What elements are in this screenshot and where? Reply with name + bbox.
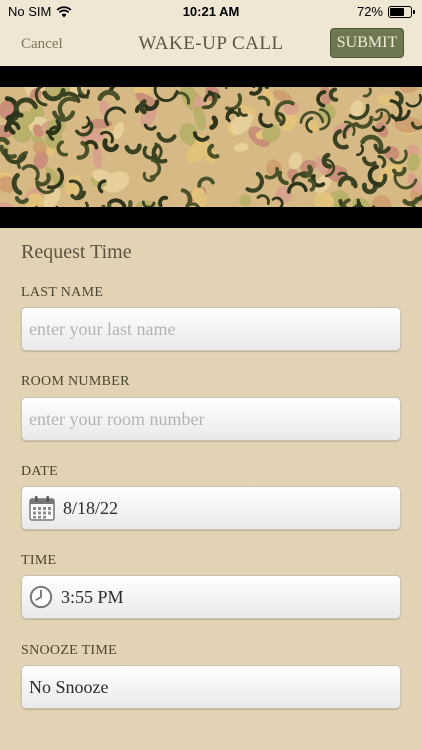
last-name-placeholder: enter your last name bbox=[29, 318, 176, 339]
clock-icon bbox=[29, 585, 53, 609]
banner-image bbox=[0, 66, 422, 228]
battery-level bbox=[390, 7, 405, 16]
submit-button[interactable]: SUBMIT bbox=[330, 28, 404, 58]
time-label: TIME bbox=[21, 553, 57, 568]
room-number-placeholder: enter your room number bbox=[29, 408, 205, 429]
last-name-input[interactable]: enter your last name bbox=[21, 307, 401, 351]
snooze-time-label: SNOOZE TIME bbox=[21, 643, 117, 658]
snooze-time-value: No Snooze bbox=[29, 676, 109, 697]
section-title: Request Time bbox=[21, 241, 132, 263]
time-value: 3:55 PM bbox=[61, 586, 124, 607]
calendar-icon bbox=[29, 496, 55, 521]
date-label: DATE bbox=[21, 464, 58, 479]
date-value: 8/18/22 bbox=[63, 497, 119, 518]
battery-icon bbox=[388, 5, 415, 18]
navigation-bar: Cancel WAKE-UP CALL SUBMIT bbox=[0, 24, 422, 66]
date-picker[interactable]: 8/18/22 bbox=[21, 486, 401, 530]
time-picker[interactable]: 3:55 PM bbox=[21, 575, 401, 619]
battery-percent: 72% bbox=[356, 4, 383, 19]
status-bar: No SIM 10:21 AM 72% bbox=[0, 0, 422, 24]
leopard-pattern-image bbox=[0, 87, 422, 207]
snooze-time-select[interactable]: No Snooze bbox=[21, 665, 401, 709]
last-name-label: LAST NAME bbox=[21, 285, 104, 300]
room-number-label: ROOM NUMBER bbox=[21, 374, 130, 389]
room-number-input[interactable]: enter your room number bbox=[21, 397, 401, 441]
